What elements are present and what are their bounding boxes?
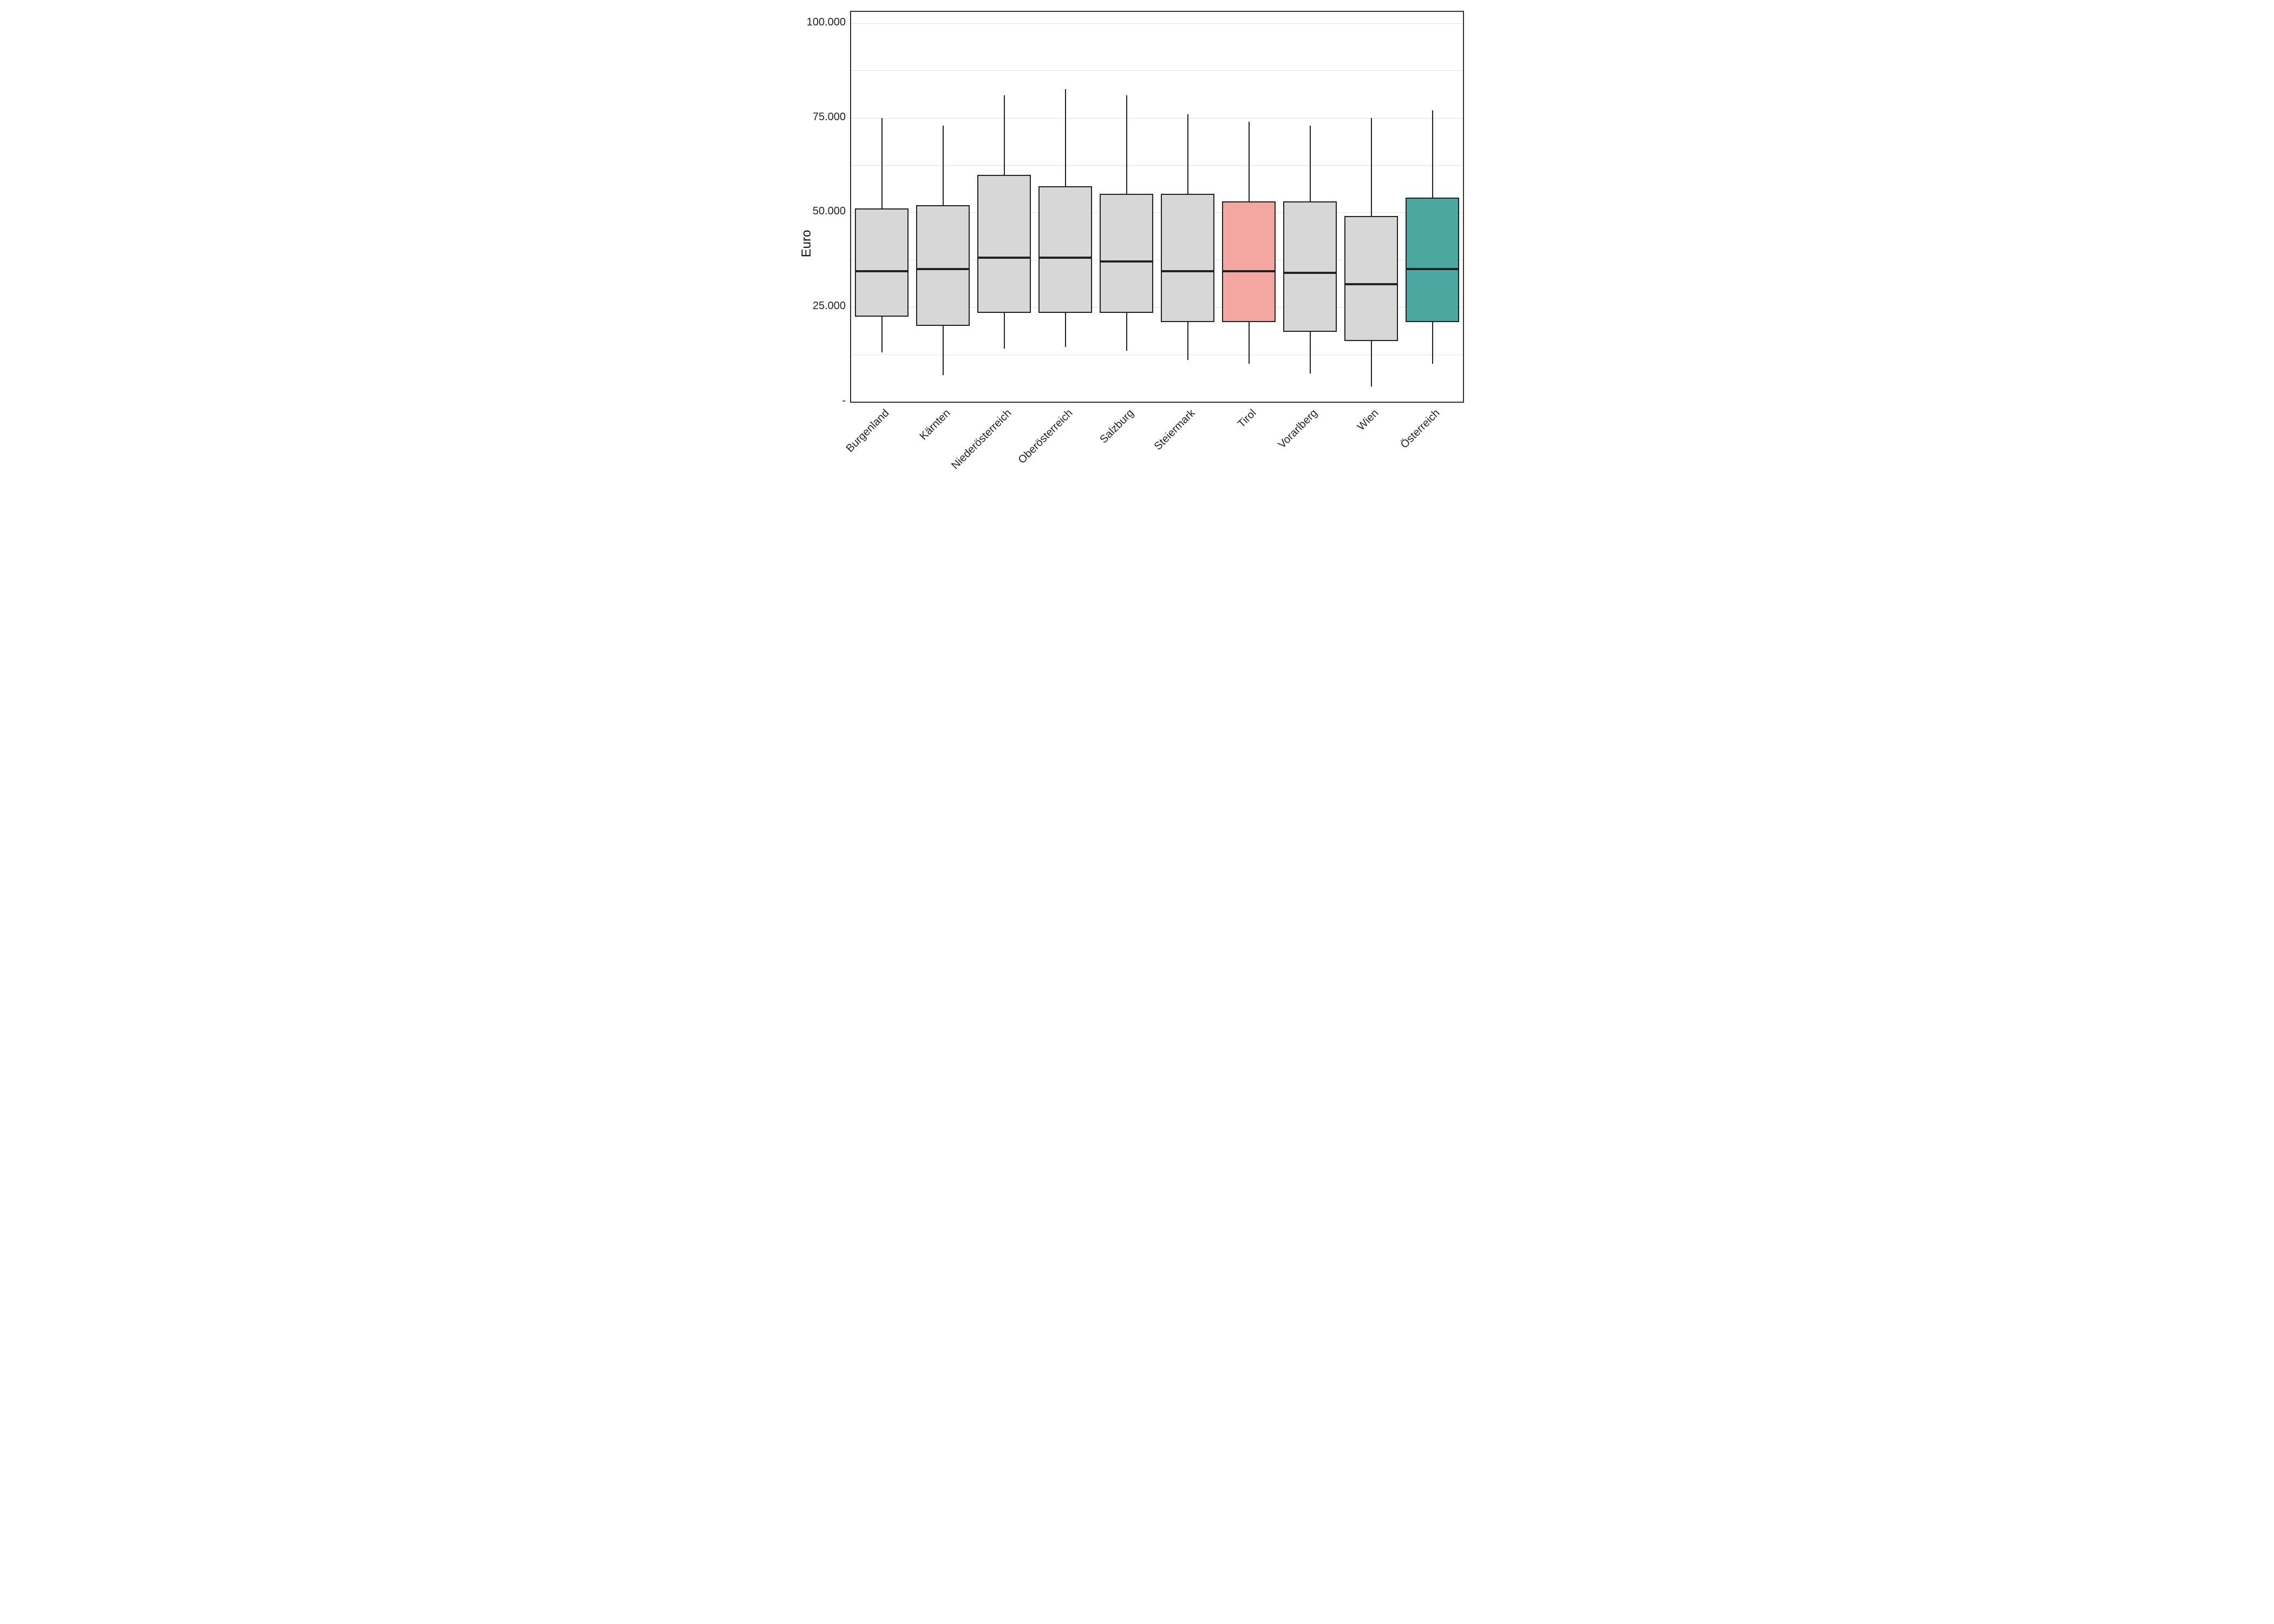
x-tick-label: Vorarlberg: [1276, 407, 1320, 451]
box-group: [851, 12, 912, 402]
box-group: [1279, 12, 1341, 402]
x-tick-label: Niederösterreich: [949, 407, 1014, 472]
median-line: [1406, 268, 1459, 270]
box: [1344, 216, 1398, 341]
median-line: [1283, 272, 1337, 274]
x-tick-label: Steiermark: [1152, 407, 1198, 453]
y-tick-label: 25.000: [796, 300, 846, 312]
median-line: [1222, 270, 1276, 272]
x-tick-label: Tirol: [1236, 407, 1259, 430]
y-tick-label: -: [796, 395, 846, 407]
y-tick-label: 100.000: [796, 16, 846, 29]
box: [1222, 201, 1276, 323]
median-line: [916, 268, 970, 270]
x-tick-label: Burgenland: [844, 407, 892, 455]
box-group: [1218, 12, 1279, 402]
x-tick-label: Oberösterreich: [1016, 407, 1075, 467]
x-tick-label: Österreich: [1398, 407, 1442, 451]
median-line: [855, 270, 909, 272]
median-line: [1344, 283, 1398, 285]
box: [977, 175, 1031, 313]
box: [1161, 194, 1214, 323]
y-tick-label: 50.000: [796, 205, 846, 218]
box-group: [1341, 12, 1402, 402]
box-group: [1096, 12, 1157, 402]
box: [916, 205, 970, 326]
box: [1100, 194, 1153, 313]
boxplot-chart: Euro - 25.000 50.000 75.000 100.000 Burgenla…: [796, 0, 1478, 487]
median-line: [1038, 257, 1092, 259]
y-axis-label: Euro: [799, 230, 814, 258]
median-line: [977, 257, 1031, 259]
y-tick-label: 75.000: [796, 111, 846, 123]
box: [1283, 201, 1337, 332]
box: [855, 208, 909, 316]
plot-area: [850, 11, 1464, 403]
x-tick-label: Kärnten: [917, 407, 953, 443]
box-group: [1157, 12, 1218, 402]
box-group: [1035, 12, 1096, 402]
median-line: [1161, 270, 1214, 272]
box-group: [1402, 12, 1463, 402]
x-tick-label: Wien: [1355, 407, 1381, 433]
box-group: [912, 12, 973, 402]
box-group: [973, 12, 1035, 402]
median-line: [1100, 260, 1153, 263]
box: [1406, 198, 1459, 323]
x-tick-label: Salzburg: [1097, 407, 1136, 446]
box: [1038, 186, 1092, 313]
